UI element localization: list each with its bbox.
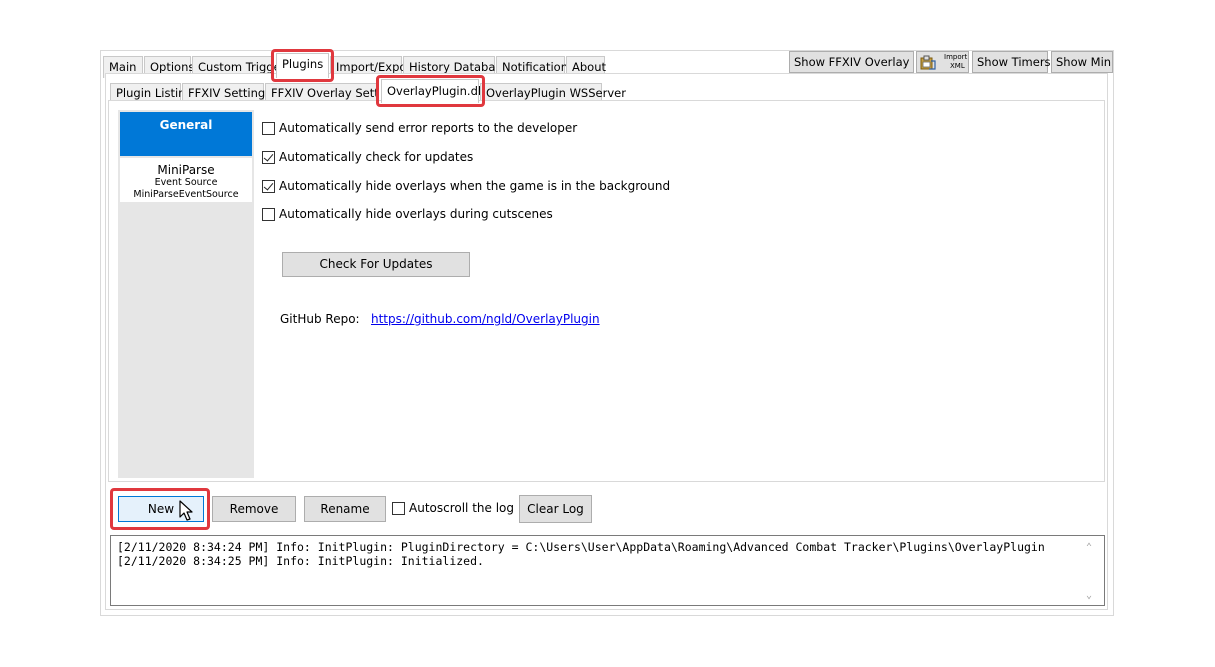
autoscroll-checkbox[interactable]: Autoscroll the log [392, 500, 514, 516]
checkbox-label: Automatically hide overlays when the gam… [279, 179, 671, 193]
tab-overlayplugin-dll[interactable]: OverlayPlugin.dll [381, 79, 484, 103]
github-repo-link[interactable]: https://github.com/ngld/OverlayPlugin [371, 312, 600, 326]
list-item-general[interactable]: General [120, 112, 252, 156]
checkbox-hide-cutscenes[interactable]: Automatically hide overlays during cutsc… [262, 206, 553, 222]
scroll-down-icon[interactable]: ⌄ [1082, 590, 1096, 602]
import-xml-label-2: XML [950, 62, 965, 70]
scroll-up-icon[interactable]: ⌃ [1082, 542, 1096, 554]
overlayplugin-tab-page [108, 100, 1105, 482]
log-textbox[interactable]: [2/11/2020 8:34:24 PM] Info: InitPlugin:… [110, 535, 1105, 606]
show-mini-button[interactable]: Show Mini [1051, 51, 1113, 73]
show-timers-button[interactable]: Show Timers [972, 51, 1051, 73]
check-for-updates-button[interactable]: Check For Updates [282, 252, 470, 277]
remove-button[interactable]: Remove [212, 496, 296, 522]
rename-button[interactable]: Rename [304, 496, 386, 522]
github-repo-label: GitHub Repo: [280, 312, 360, 326]
checkbox-box[interactable] [262, 179, 275, 193]
checkbox-check-updates[interactable]: Automatically check for updates [262, 149, 473, 165]
checkbox-label: Automatically check for updates [279, 150, 474, 164]
log-line: [2/11/2020 8:34:25 PM] Info: InitPlugin:… [117, 554, 484, 568]
checkbox-error-reports[interactable]: Automatically send error reports to the … [262, 120, 577, 136]
log-scrollbar[interactable]: ⌃ ⌄ [1082, 540, 1096, 602]
checkbox-label: Automatically hide overlays during cutsc… [279, 207, 553, 221]
check-mark-icon [263, 150, 274, 162]
list-item-miniparse[interactable]: MiniParse Event Source MiniParseEventSou… [120, 158, 252, 202]
clear-log-button[interactable]: Clear Log [519, 495, 592, 523]
show-ffxiv-overlay-button[interactable]: Show FFXIV Overlay [789, 51, 914, 73]
checkbox-box[interactable] [262, 121, 275, 135]
checkbox-box[interactable] [262, 150, 275, 164]
import-xml-label-1: Import [944, 53, 968, 61]
miniparse-title: MiniParse [157, 163, 215, 177]
log-line: [2/11/2020 8:34:24 PM] Info: InitPlugin:… [117, 540, 1045, 554]
checkbox-box[interactable] [392, 501, 405, 515]
import-xml-button[interactable]: Import XML [916, 51, 969, 73]
autoscroll-label: Autoscroll the log [409, 501, 515, 515]
checkbox-box[interactable] [262, 207, 275, 221]
check-mark-icon [263, 179, 274, 191]
import-xml-icon [920, 55, 936, 70]
tab-plugins[interactable]: Plugins [276, 53, 329, 78]
checkbox-label: Automatically send error reports to the … [279, 121, 578, 135]
miniparse-type: Event Source [154, 177, 218, 188]
checkbox-hide-background[interactable]: Automatically hide overlays when the gam… [262, 178, 670, 194]
miniparse-name: MiniParseEventSource [133, 189, 239, 200]
mouse-cursor-icon [179, 500, 193, 521]
